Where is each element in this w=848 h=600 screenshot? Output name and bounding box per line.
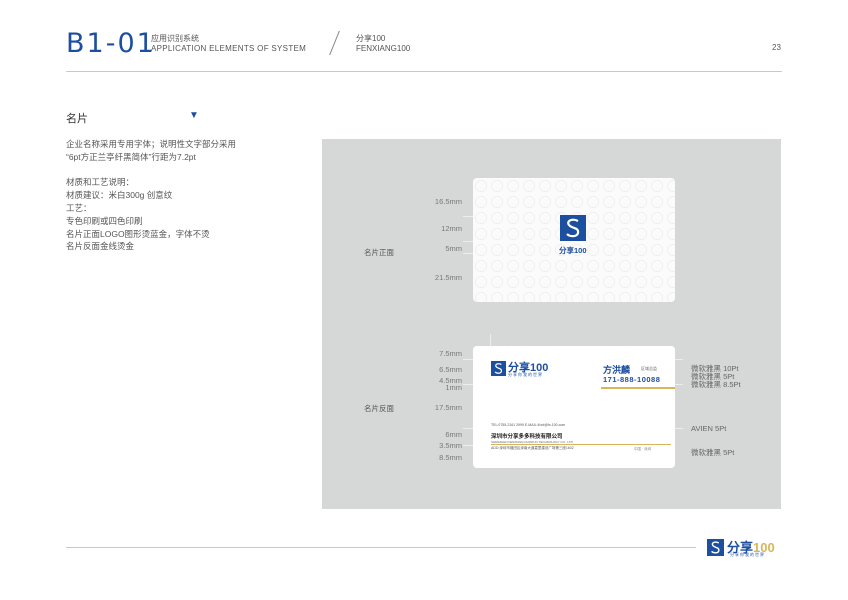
section-arrow-icon: ▼ [189,110,199,121]
page-code: B1-01 [66,28,156,59]
company-address: ADD:深圳市福田区深南大道嘉里建设广场第三座1602 [491,446,574,450]
card-holder-phone: 171-888-10088 [603,375,661,384]
company-location: 中国 · 深圳 [634,447,652,451]
system-name-cn: 应用识别系统 [151,34,199,43]
system-name-en: APPLICATION ELEMENTS OF SYSTEM [151,44,307,53]
header-rule [66,71,782,72]
page-number: 23 [772,43,781,52]
section-title: 名片 [66,113,88,125]
description-line: 名片反面金线烫金 [66,241,135,252]
back-slogan: 分享你我的世界 [508,372,543,377]
description-line: “6pt方正兰亭纤黑简体”行距为7.2pt [66,151,196,162]
dimension-label: 1mm [445,383,462,392]
dimension-label: 6.5mm [439,365,462,374]
front-logo-text: 分享100 [559,246,587,255]
description-line: 工艺： [66,202,92,213]
brand-name-cn: 分享100 [356,34,386,43]
card-holder-title: 区域总监 [641,366,657,371]
front-label: 名片正面 [364,248,394,257]
description-line: 材质和工艺说明： [66,177,135,188]
font-spec: AVIEN 5Pt [691,424,727,433]
back-logo-mark-icon [491,361,506,376]
dimension-label: 6mm [445,430,462,439]
description-gap [66,164,286,177]
footer-rule [66,547,696,548]
description-line: 企业名称采用专用字体；说明性文字部分采用 [66,139,237,149]
font-spec: 微软雅黑 8.5Pt [691,380,741,389]
description-line: 名片正面LOGO图形烫蓝金，字体不烫 [66,228,210,239]
dimension-label: 8.5mm [439,453,462,462]
gold-foil-line [601,387,675,389]
dimension-label: 21.5mm [434,273,462,282]
dimension-label: 5mm [445,244,462,253]
dimension-label: 3.5mm [439,441,462,450]
description-line: 材质建议：米白300g 创意纹 [66,190,173,201]
contact-line: TEL:0755-2161 2999 E-MAIL:4hot@fx-100.co… [491,423,566,427]
dimension-label: 7.5mm [439,349,462,358]
company-name: 深圳市分享多多科技有限公司 [491,434,563,440]
section-description: 企业名称采用专用字体；说明性文字部分采用 “6pt方正兰亭纤黑简体”行距为7.2… [66,138,286,253]
back-label: 名片反面 [364,404,394,413]
dimension-label: 17.5mm [434,403,462,412]
font-spec: 微软雅黑 5Pt [691,448,735,457]
logo-glyph-icon [566,218,580,238]
footer-logo-mark-icon [707,539,724,556]
dimension-label: 12mm [441,224,462,233]
gold-foil-line [491,444,671,445]
dimension-label: 16.5mm [434,197,462,206]
description-line: 专色印刷或四色印刷 [66,215,143,226]
footer-slogan: 分享你我的世界 [730,552,765,557]
header-divider-slash [329,30,340,56]
brand-name-en: FENXIANG100 [356,44,411,53]
logo-glyph-icon [711,541,720,554]
logo-glyph-icon [494,363,503,374]
logo-mark-icon [560,215,586,241]
